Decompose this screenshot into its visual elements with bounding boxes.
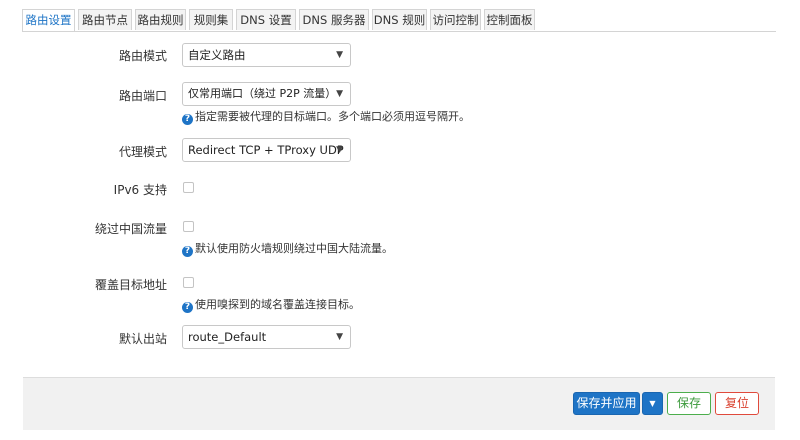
chevron-down-icon: ▼ xyxy=(336,50,343,60)
tab-dns-rules[interactable]: DNS 规则 xyxy=(372,9,427,30)
caret-down-icon: ▼ xyxy=(649,399,656,408)
tab-bar: 路由设置 路由节点 路由规则 规则集 DNS 设置 DNS 服务器 DNS 规则… xyxy=(22,9,776,32)
tab-dns-servers[interactable]: DNS 服务器 xyxy=(299,9,369,30)
tab-rule-sets[interactable]: 规则集 xyxy=(189,9,233,30)
tab-access-control[interactable]: 访问控制 xyxy=(430,9,481,30)
proxy-mode-select[interactable]: Redirect TCP + TProxy UDP ▼ xyxy=(182,138,351,162)
chevron-down-icon: ▼ xyxy=(336,332,343,342)
route-mode-label: 路由模式 xyxy=(118,49,167,63)
route-mode-select[interactable]: 自定义路由 ▼ xyxy=(182,43,351,67)
action-bar: 保存并应用 ▼ 保存 复位 xyxy=(23,377,775,430)
chevron-down-icon: ▼ xyxy=(336,89,343,99)
reset-button[interactable]: 复位 xyxy=(715,392,759,415)
default-outbound-label: 默认出站 xyxy=(118,332,167,346)
route-ports-hint-text: 指定需要被代理的目标端口。多个端口必须用逗号隔开。 xyxy=(195,110,470,123)
bypass-cn-label: 绕过中国流量 xyxy=(94,222,167,236)
tab-control-panel[interactable]: 控制面板 xyxy=(484,9,535,30)
help-icon: ? xyxy=(182,246,193,257)
tab-route-rules[interactable]: 路由规则 xyxy=(135,9,186,30)
save-button[interactable]: 保存 xyxy=(667,392,711,415)
override-dest-hint-text: 使用嗅探到的域名覆盖连接目标。 xyxy=(195,298,360,311)
proxy-mode-label: 代理模式 xyxy=(118,145,167,159)
override-dest-label: 覆盖目标地址 xyxy=(94,278,167,292)
default-outbound-value: route_Default xyxy=(188,330,267,344)
bypass-cn-checkbox[interactable] xyxy=(183,221,194,232)
route-ports-select[interactable]: 仅常用端口（绕过 P2P 流量） ▼ xyxy=(182,82,351,106)
route-ports-value: 仅常用端口（绕过 P2P 流量） xyxy=(188,87,337,100)
route-ports-label: 路由端口 xyxy=(118,89,167,103)
save-apply-dropdown-button[interactable]: ▼ xyxy=(642,392,663,415)
help-icon: ? xyxy=(182,114,193,125)
default-outbound-select[interactable]: route_Default ▼ xyxy=(182,325,351,349)
bypass-cn-hint: ? 默认使用防火墙规则绕过中国大陆流量。 xyxy=(182,240,393,257)
ipv6-checkbox[interactable] xyxy=(183,182,194,193)
override-dest-checkbox[interactable] xyxy=(183,277,194,288)
route-ports-hint: ? 指定需要被代理的目标端口。多个端口必须用逗号隔开。 xyxy=(182,108,470,125)
tab-route-nodes[interactable]: 路由节点 xyxy=(78,9,132,30)
ipv6-label: IPv6 支持 xyxy=(113,183,167,197)
chevron-down-icon: ▼ xyxy=(336,145,343,155)
bypass-cn-hint-text: 默认使用防火墙规则绕过中国大陆流量。 xyxy=(195,242,393,255)
tab-route-settings[interactable]: 路由设置 xyxy=(22,9,75,31)
save-apply-button[interactable]: 保存并应用 xyxy=(573,392,640,415)
override-dest-hint: ? 使用嗅探到的域名覆盖连接目标。 xyxy=(182,296,360,313)
proxy-mode-value: Redirect TCP + TProxy UDP xyxy=(188,143,344,157)
help-icon: ? xyxy=(182,302,193,313)
route-mode-value: 自定义路由 xyxy=(188,48,246,62)
tab-dns-settings[interactable]: DNS 设置 xyxy=(236,9,296,30)
